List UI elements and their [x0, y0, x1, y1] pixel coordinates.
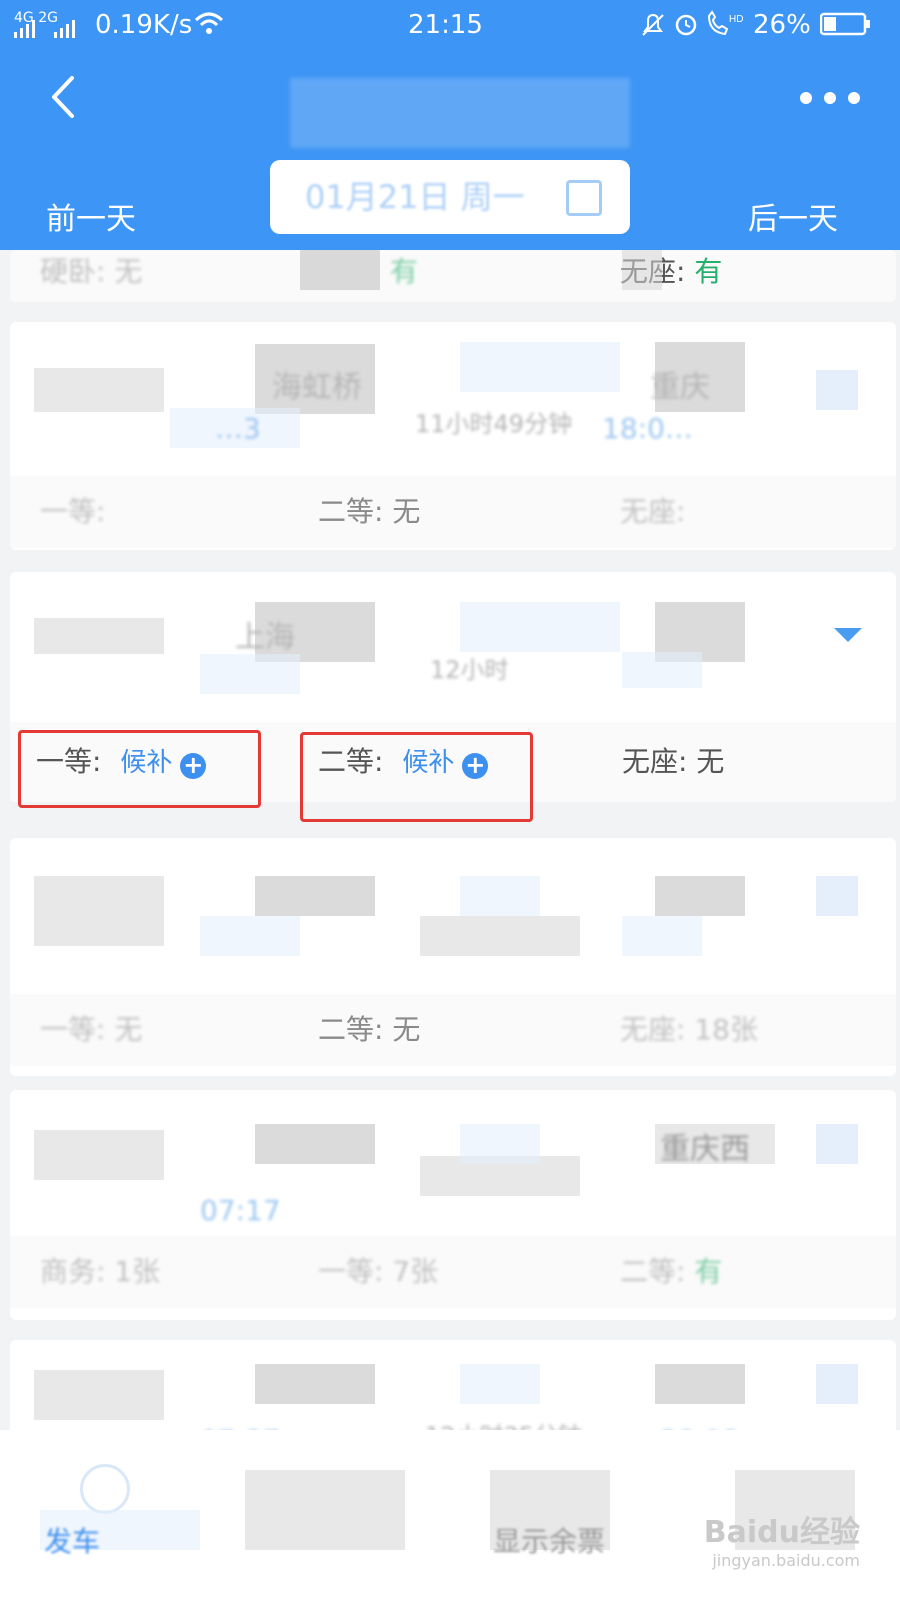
more-dots-icon[interactable] — [800, 80, 860, 116]
svg-text:HD: HD — [729, 14, 743, 25]
seat-second-class: 二等: 无 — [318, 1013, 421, 1046]
train-card[interactable]: 07:17 重庆西 商务: 1张 一等: 7张 二等: 有 — [10, 1090, 896, 1320]
redacted-block — [255, 1124, 375, 1164]
seat-row: 硬卧: 无 有 无座: 有 — [10, 250, 896, 302]
redacted-block — [34, 618, 164, 654]
nav-item-redacted[interactable] — [245, 1470, 405, 1550]
page-title-redacted — [290, 78, 630, 148]
seat-first-class: 一等: 7张 — [318, 1255, 439, 1288]
to-station: 重庆 — [650, 370, 710, 405]
seat-first-class: 一等: 无 — [40, 1013, 143, 1046]
duration: 12小时 — [430, 656, 509, 684]
redacted-block — [622, 916, 702, 956]
from-station: 上海 — [235, 620, 295, 655]
seat-no-seat: 无座: 无 — [622, 745, 725, 778]
redacted-block — [34, 876, 164, 946]
date-picker[interactable]: 01月21日 周一 — [270, 160, 630, 234]
dropdown-triangle-icon[interactable] — [834, 628, 862, 642]
train-card[interactable]: 一等: 无 二等: 无 无座: 18张 — [10, 838, 896, 1076]
redacted-block — [460, 1364, 540, 1404]
signal-icon — [14, 20, 75, 38]
depart-time: 07:17 — [200, 1194, 281, 1227]
seat-row: 一等: 二等: 无 无座: — [10, 476, 896, 548]
redacted-block — [622, 652, 702, 688]
redacted-block — [460, 1124, 540, 1164]
expand-icon[interactable] — [816, 876, 858, 916]
battery-icon — [820, 12, 870, 36]
train-card[interactable]: 海虹桥 …3 11小时49分钟 重庆 18:0… 一等: 二等: 无 无座: — [10, 322, 896, 550]
expand-icon[interactable] — [816, 1364, 858, 1404]
expand-icon[interactable] — [816, 1124, 858, 1164]
nav-show-tickets[interactable]: 显示余票 — [493, 1520, 605, 1560]
from-station: 海虹桥 — [272, 370, 362, 405]
header: 前一天 01月21日 周一 后一天 — [0, 50, 900, 250]
seat-no-seat: 无座: 18张 — [620, 1013, 758, 1046]
next-day-button[interactable]: 后一天 — [748, 195, 838, 245]
baidu-watermark: Baidu经验 jingyan.baidu.com — [703, 1515, 860, 1570]
clock-filter-icon — [80, 1464, 130, 1514]
train-card[interactable]: 硬卧: 无 有 无座: 有 — [10, 250, 896, 302]
seat-middle: 有 — [390, 255, 419, 288]
arrive-time: 18:0… — [602, 412, 693, 445]
redacted-block — [655, 876, 745, 916]
redacted-block — [255, 1364, 375, 1404]
redacted-block — [460, 876, 540, 916]
clock: 21:15 — [408, 10, 483, 40]
battery-percent: 26% — [753, 10, 811, 40]
back-icon[interactable] — [40, 72, 90, 122]
seat-second-class: 二等: 无 — [318, 495, 421, 528]
seat-first-class: 一等: — [40, 495, 106, 528]
seat-soft-sleeper: 硬卧: 无 — [40, 255, 143, 288]
redacted-block — [420, 916, 580, 956]
redacted-block — [300, 250, 380, 290]
mute-bell-icon — [642, 13, 664, 36]
to-station: 重庆西 — [660, 1132, 750, 1167]
seat-no-seat: 无座: — [620, 495, 686, 528]
hd-call-icon: HD — [707, 10, 743, 36]
redacted-block — [622, 250, 662, 290]
redacted-block — [460, 602, 620, 652]
bottom-toolbar: 发车 显示余票 Baidu经验 jingyan.baidu.com — [0, 1430, 900, 1600]
redacted-block — [34, 1370, 164, 1420]
nav-depart-sort[interactable]: 发车 — [44, 1520, 100, 1560]
expand-icon[interactable] — [816, 370, 858, 410]
redacted-block — [200, 654, 300, 694]
redacted-block — [200, 916, 300, 956]
calendar-icon — [566, 180, 602, 216]
seat-business: 商务: 1张 — [40, 1255, 161, 1288]
seat-row: 商务: 1张 一等: 7张 二等: 有 — [10, 1236, 896, 1308]
network-speed: 0.19K/s — [95, 10, 193, 40]
duration: 11小时49分钟 — [415, 410, 573, 438]
highlight-box-first-class — [18, 730, 261, 808]
depart-time: …3 — [215, 412, 261, 445]
highlight-box-second-class — [300, 732, 533, 822]
redacted-block — [460, 342, 620, 392]
redacted-block — [655, 1364, 745, 1404]
date-label: 01月21日 周一 — [305, 178, 525, 216]
seat-second-class: 二等: 有 — [620, 1255, 723, 1288]
redacted-block — [34, 1130, 164, 1180]
alarm-icon — [675, 14, 697, 36]
seat-row: 一等: 无 二等: 无 无座: 18张 — [10, 994, 896, 1066]
redacted-block — [255, 876, 375, 916]
prev-day-button[interactable]: 前一天 — [46, 195, 136, 245]
status-bar: 4G 2G 0.19K/s 21:15 HD 26% — [0, 0, 900, 50]
redacted-block — [34, 368, 164, 412]
wifi-icon — [194, 12, 224, 34]
